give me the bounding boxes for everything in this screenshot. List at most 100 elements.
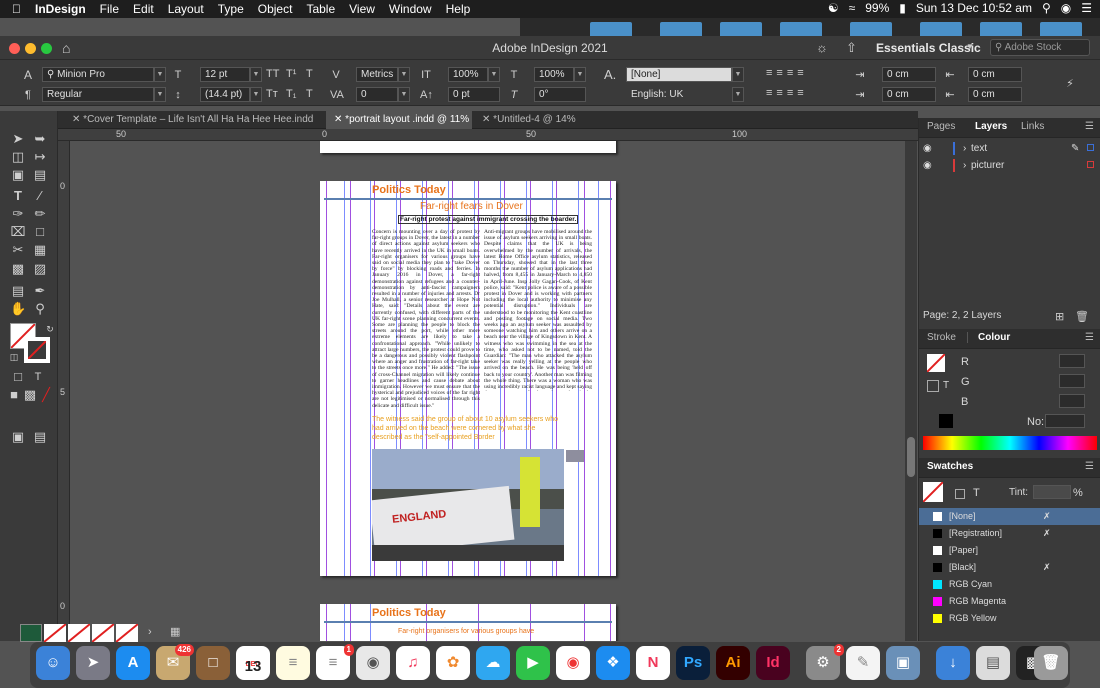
swatch-row[interactable]: RGB Magenta <box>919 593 1100 610</box>
red-value-field[interactable] <box>1059 354 1085 368</box>
pull-quote[interactable]: The witness said the group of about 10 a… <box>372 415 564 442</box>
photos-icon[interactable]: ✿ <box>436 646 470 680</box>
headline[interactable]: Far-right fears in Dover <box>420 201 523 212</box>
menu-view[interactable]: View <box>349 2 375 16</box>
lightning-icon[interactable]: ⚡ <box>1064 78 1076 90</box>
page-tool-icon[interactable]: ◫ <box>10 149 26 165</box>
menu-file[interactable]: File <box>100 2 119 16</box>
horizontal-ruler[interactable]: 50 0 50 100 <box>58 129 918 141</box>
rectangle-tool-icon[interactable]: □ <box>32 224 48 240</box>
folder-icon[interactable] <box>1040 22 1082 36</box>
font-family-dropdown[interactable]: ▼ <box>154 67 166 82</box>
right-indent-field[interactable]: 0 cm <box>968 67 1022 82</box>
tab-cover-template[interactable]: ✕ *Cover Template – Life Isn't All Ha Ha… <box>64 111 326 143</box>
close-tab-icon[interactable]: ✕ <box>334 114 345 125</box>
font-family-field[interactable]: ⚲ Minion Pro <box>42 67 154 82</box>
tab-untitled-4[interactable]: ✕ *Untitled-4 @ 14% <box>474 111 594 129</box>
tab-colour[interactable]: Colour <box>967 332 1010 343</box>
tab-stroke[interactable]: Stroke <box>927 332 956 343</box>
formatting-text-icon[interactable]: T <box>30 369 46 385</box>
wifi-icon[interactable]: ≈ <box>849 1 856 15</box>
body-column-2[interactable]: Anti-migrant groups have mobilised aroun… <box>484 229 592 391</box>
apply-gradient-icon[interactable]: ▩ <box>22 387 38 403</box>
layer-row-picturer[interactable]: ◉ › picturer <box>919 157 1100 174</box>
menu-help[interactable]: Help <box>446 2 471 16</box>
eyedropper-tool-icon[interactable]: ✒ <box>32 283 48 299</box>
rectangle-frame-tool-icon[interactable]: ⌧ <box>10 224 26 240</box>
panel-menu-icon[interactable]: ☰ <box>1085 332 1094 343</box>
swatch-chip[interactable] <box>43 623 67 643</box>
swatch-row[interactable]: [Paper] <box>919 542 1100 559</box>
scissors-tool-icon[interactable]: ✂ <box>10 242 26 258</box>
skew-field[interactable]: 0° <box>534 87 586 102</box>
menu-edit[interactable]: Edit <box>133 2 154 16</box>
notes-icon[interactable]: ≡ <box>276 646 310 680</box>
text-icon[interactable]: T <box>973 487 980 499</box>
swatch-chip[interactable] <box>20 624 42 642</box>
content-placer-icon[interactable]: ▤ <box>32 167 48 183</box>
clock[interactable]: Sun 13 Dec 10:52 am <box>916 1 1032 15</box>
app-store-icon[interactable]: A <box>116 646 150 680</box>
paragraph-mode-icon[interactable]: ¶ <box>22 89 34 101</box>
note-tool-icon[interactable]: ▤ <box>10 283 26 299</box>
formatting-container-icon[interactable]: □ <box>10 369 26 385</box>
previous-page[interactable] <box>320 141 616 153</box>
selection-tool-icon[interactable]: ➤ <box>10 131 26 147</box>
underline-button[interactable]: T <box>306 68 313 80</box>
colour-fill-proxy[interactable] <box>926 353 946 373</box>
menu-object[interactable]: Object <box>258 2 293 16</box>
subscript-button[interactable]: T₁ <box>286 88 296 100</box>
downloads-folder-icon[interactable]: ↓ <box>936 646 970 680</box>
horizontal-scale-field[interactable]: 100% <box>534 67 574 82</box>
alignment-buttons-row1[interactable]: ≡≡≡≡ <box>766 67 808 79</box>
folder-icon[interactable] <box>920 22 962 36</box>
green-value-field[interactable] <box>1059 374 1085 388</box>
document-stack-icon[interactable]: ▤ <box>976 646 1010 680</box>
container-icon[interactable] <box>927 380 939 392</box>
chevron-down-icon[interactable]: ▼ <box>966 42 974 51</box>
apple-icon[interactable]:  <box>12 2 21 16</box>
tab-pages[interactable]: Pages <box>927 121 955 132</box>
grid-icon[interactable]: ▦ <box>170 625 180 638</box>
apply-none-icon[interactable]: ╱ <box>38 387 54 403</box>
language-field[interactable]: English: UK <box>626 87 732 102</box>
line-tool-icon[interactable]: ⁄ <box>32 188 48 204</box>
swatch-fill-proxy[interactable] <box>922 481 944 503</box>
body-column-1[interactable]: Concern is mounting over a day of protes… <box>372 229 480 409</box>
character-style-field[interactable]: [None] <box>626 67 732 82</box>
preview-icon[interactable]: ◉ <box>356 646 390 680</box>
screen-mode-icon[interactable]: ▤ <box>32 429 48 445</box>
photoshop-icon[interactable]: Ps <box>676 646 710 680</box>
spotlight-icon[interactable]: ⚲ <box>1042 1 1051 15</box>
gap-tool-icon[interactable]: ↦ <box>32 149 48 165</box>
folder-icon[interactable] <box>850 22 892 36</box>
language-dropdown[interactable]: ▼ <box>732 87 744 102</box>
siri-icon[interactable]: ◉ <box>1061 1 1071 15</box>
swatch-row[interactable]: [Black] ✗ <box>919 559 1100 576</box>
messages-icon[interactable]: ☁ <box>476 646 510 680</box>
gradient-feather-tool-icon[interactable]: ▨ <box>32 261 48 277</box>
trash-icon[interactable]: 🗑 <box>1075 310 1089 323</box>
all-caps-button[interactable]: TT <box>266 68 279 80</box>
document-canvas[interactable]: Politics Today Far-right fears in Dover … <box>70 141 905 641</box>
last-line-indent-field[interactable]: 0 cm <box>968 87 1022 102</box>
scroll-thumb[interactable] <box>907 437 915 477</box>
textedit-icon[interactable]: ✎ <box>846 646 880 680</box>
default-fill-stroke-icon[interactable]: ◫ <box>6 349 22 365</box>
swatch-row[interactable]: [Registration] ✗ <box>919 525 1100 542</box>
chrome-icon[interactable]: ◉ <box>556 646 590 680</box>
eye-icon[interactable]: ◉ <box>923 140 932 157</box>
font-size-dropdown[interactable]: ▼ <box>250 67 262 82</box>
indesign-icon[interactable]: Id <box>756 646 790 680</box>
gradient-swatch-tool-icon[interactable]: ▩ <box>10 261 26 277</box>
pencil-tool-icon[interactable]: ✏ <box>32 206 48 222</box>
free-transform-tool-icon[interactable]: ▦ <box>32 242 48 258</box>
apply-colour-icon[interactable]: ■ <box>6 387 22 403</box>
character-mode-icon[interactable]: A <box>22 69 34 81</box>
share-icon[interactable]: ⇧ <box>846 40 857 56</box>
column-guide[interactable] <box>610 181 611 576</box>
type-tool-icon[interactable]: T <box>10 188 26 204</box>
swatch-row[interactable]: RGB Cyan <box>919 576 1100 593</box>
page2-masthead[interactable]: Politics Today <box>372 607 446 619</box>
subhead[interactable]: Far-right protest against immigrant cros… <box>398 215 579 224</box>
